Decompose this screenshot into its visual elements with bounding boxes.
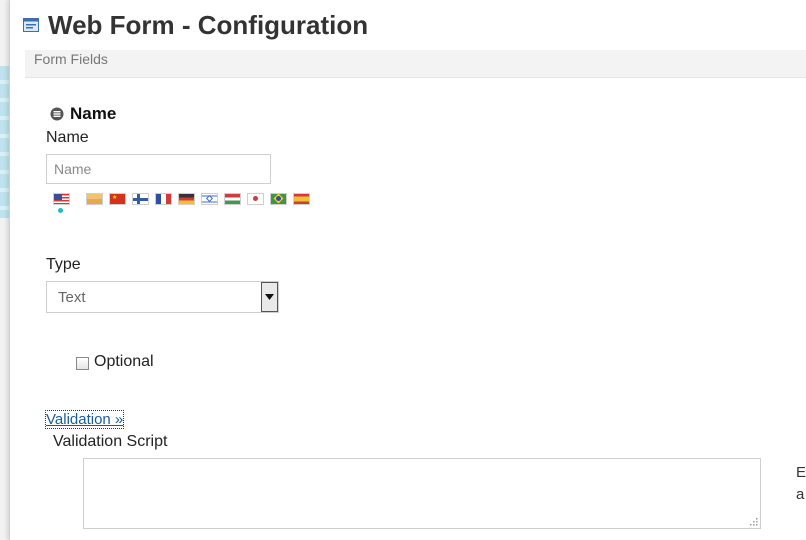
background-page (0, 0, 9, 540)
side-help-line-2: a (796, 486, 805, 503)
flag-germany-icon[interactable] (178, 193, 195, 205)
flag-finland-icon[interactable] (132, 193, 149, 205)
resize-grip-icon[interactable] (749, 517, 758, 526)
optional-checkbox[interactable] (76, 357, 89, 370)
dropdown-arrow-icon[interactable] (261, 282, 278, 312)
field-heading-text: Name (70, 104, 117, 123)
form-icon (23, 18, 39, 32)
side-help-text: E a (796, 462, 806, 506)
validation-script-textarea[interactable] (83, 458, 761, 529)
flag-spain-icon[interactable] (293, 193, 310, 205)
flag-unknown-icon[interactable] (86, 193, 103, 205)
type-label: Type (46, 256, 81, 273)
field-heading[interactable]: Name (50, 104, 116, 124)
name-input[interactable] (46, 154, 271, 184)
section-header: Form Fields (25, 50, 806, 78)
validation-link[interactable]: Validation » (44, 410, 125, 429)
collapse-icon[interactable] (50, 107, 64, 121)
flag-hungary-icon[interactable] (224, 193, 241, 205)
config-dialog: Web Form - Configuration Form Fields Nam… (9, 0, 806, 540)
flag-china-icon[interactable]: ★ (109, 193, 126, 205)
dialog-title-bar: Web Form - Configuration (10, 0, 806, 50)
flag-france-icon[interactable] (155, 193, 172, 205)
name-label: Name (46, 129, 89, 146)
optional-label[interactable]: Optional (94, 353, 154, 371)
flag-brazil-icon[interactable] (270, 193, 287, 205)
flag-us-icon[interactable] (53, 193, 70, 205)
validation-script-label: Validation Script (53, 433, 168, 450)
flag-japan-icon[interactable] (247, 193, 264, 205)
background-page-blocks (0, 66, 9, 218)
section-label: Form Fields (34, 51, 108, 67)
flag-israel-icon[interactable] (201, 193, 218, 205)
selected-language-indicator (58, 208, 63, 213)
side-help-line-1: E (796, 464, 806, 481)
type-select[interactable]: Text (46, 281, 279, 313)
dialog-title: Web Form - Configuration (48, 10, 369, 40)
type-select-value: Text (58, 289, 86, 306)
